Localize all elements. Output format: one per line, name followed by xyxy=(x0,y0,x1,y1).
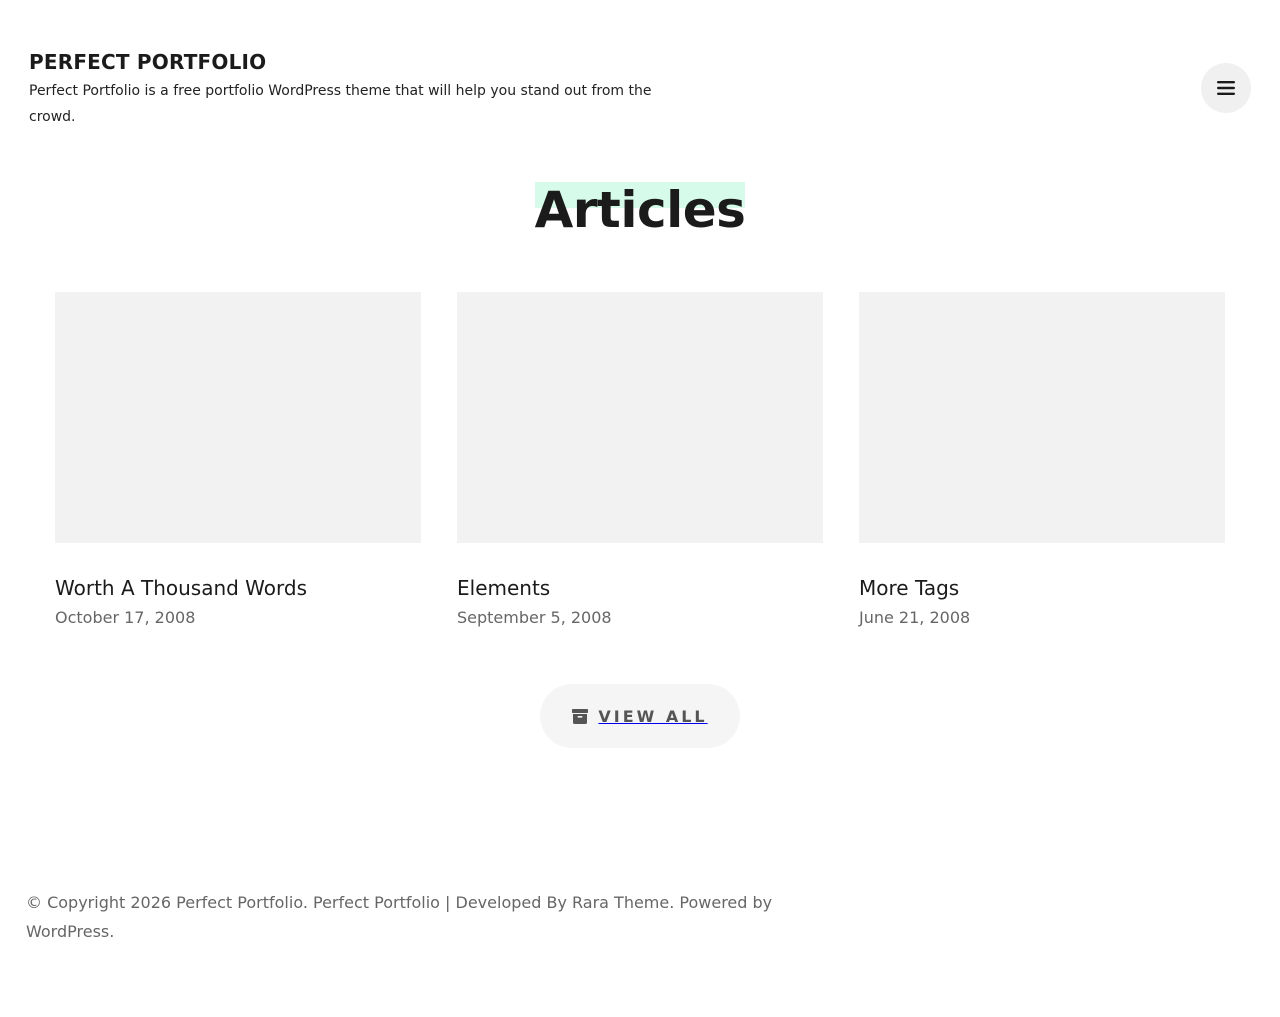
footer-developer-link[interactable]: Rara Theme xyxy=(572,893,669,912)
footer-wordpress-link[interactable]: WordPress xyxy=(26,922,109,941)
article-thumbnail[interactable] xyxy=(859,292,1225,543)
article-title[interactable]: More Tags xyxy=(859,573,1225,603)
hamburger-menu-icon xyxy=(1217,81,1235,95)
article-card: Worth A Thousand Words October 17, 2008 xyxy=(55,292,421,631)
section-heading: Articles xyxy=(534,178,746,242)
view-all-button[interactable]: VIEW ALL xyxy=(540,684,740,748)
footer-text: . xyxy=(109,922,115,941)
article-date: June 21, 2008 xyxy=(859,608,971,627)
site-description: Perfect Portfolio is a free portfolio Wo… xyxy=(29,83,652,125)
copyright-text: © Copyright 2026 xyxy=(26,893,177,912)
article-date: September 5, 2008 xyxy=(457,608,612,627)
section-heading-text: Articles xyxy=(534,181,746,239)
articles-grid: Worth A Thousand Words October 17, 2008 … xyxy=(55,292,1225,631)
article-date: October 17, 2008 xyxy=(55,608,196,627)
article-title[interactable]: Elements xyxy=(457,573,823,603)
footer-site-link[interactable]: Perfect Portfolio xyxy=(176,893,303,912)
archive-icon xyxy=(572,708,589,724)
article-thumbnail[interactable] xyxy=(55,292,421,543)
article-card: Elements September 5, 2008 xyxy=(457,292,823,631)
site-header: PERFECT PORTFOLIO Perfect Portfolio is a… xyxy=(29,48,689,130)
footer-text: . Powered by xyxy=(669,893,773,912)
article-title[interactable]: Worth A Thousand Words xyxy=(55,573,421,603)
site-title[interactable]: PERFECT PORTFOLIO xyxy=(29,48,266,76)
article-card: More Tags June 21, 2008 xyxy=(859,292,1225,631)
site-footer: © Copyright 2026 Perfect Portfolio. Perf… xyxy=(26,888,786,946)
view-all-label: VIEW ALL xyxy=(598,706,708,726)
article-thumbnail[interactable] xyxy=(457,292,823,543)
footer-text: . Perfect Portfolio | Developed By xyxy=(302,893,572,912)
section-heading-wrap: Articles xyxy=(0,178,1280,242)
menu-toggle-button[interactable] xyxy=(1201,63,1251,113)
